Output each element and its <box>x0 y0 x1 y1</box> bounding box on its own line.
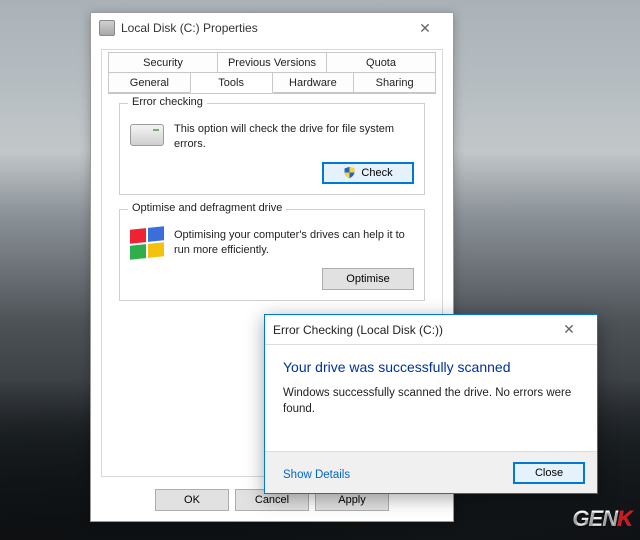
tab-hardware[interactable]: Hardware <box>272 72 355 93</box>
error-checking-group: Error checking This option will check th… <box>119 103 425 195</box>
tab-previous-versions[interactable]: Previous Versions <box>217 52 327 73</box>
optimise-button[interactable]: Optimise <box>322 268 414 290</box>
dialog-titlebar[interactable]: Error Checking (Local Disk (C:)) ✕ <box>265 315 597 345</box>
error-checking-legend: Error checking <box>128 96 207 108</box>
tab-general[interactable]: General <box>108 72 191 93</box>
error-checking-desc: This option will check the drive for fil… <box>174 122 414 152</box>
dialog-body: Your drive was successfully scanned Wind… <box>265 345 597 427</box>
close-icon[interactable]: ✕ <box>405 16 445 40</box>
tab-security[interactable]: Security <box>108 52 218 73</box>
dialog-footer: Show Details Close <box>265 451 597 493</box>
check-button-label: Check <box>361 167 392 179</box>
close-button[interactable]: Close <box>513 462 585 484</box>
check-button[interactable]: Check <box>322 162 414 184</box>
window-title: Local Disk (C:) Properties <box>121 21 405 35</box>
optimise-button-label: Optimise <box>346 273 389 285</box>
dialog-headline: Your drive was successfully scanned <box>283 359 579 375</box>
uac-shield-icon <box>343 166 356 179</box>
show-details-link[interactable]: Show Details <box>283 469 350 481</box>
dialog-title: Error Checking (Local Disk (C:)) <box>273 323 549 337</box>
error-checking-dialog: Error Checking (Local Disk (C:)) ✕ Your … <box>264 314 598 494</box>
defragment-icon <box>130 226 164 260</box>
tab-sharing[interactable]: Sharing <box>353 72 436 93</box>
drive-icon <box>99 20 115 36</box>
ok-button[interactable]: OK <box>155 489 229 511</box>
genk-watermark: GENK <box>572 506 632 532</box>
tab-strip: Security Previous Versions Quota General… <box>102 50 442 94</box>
optimise-group: Optimise and defragment drive Optimising… <box>119 209 425 301</box>
watermark-k: K <box>617 506 632 531</box>
tab-tools[interactable]: Tools <box>190 72 273 93</box>
optimise-desc: Optimising your computer's drives can he… <box>174 228 414 258</box>
watermark-gen: GEN <box>572 506 617 531</box>
dialog-close-icon[interactable]: ✕ <box>549 318 589 342</box>
optimise-legend: Optimise and defragment drive <box>128 202 286 214</box>
properties-titlebar[interactable]: Local Disk (C:) Properties ✕ <box>91 13 453 43</box>
tab-quota[interactable]: Quota <box>326 52 436 73</box>
hard-drive-icon <box>130 124 164 146</box>
dialog-message: Windows successfully scanned the drive. … <box>283 385 579 417</box>
